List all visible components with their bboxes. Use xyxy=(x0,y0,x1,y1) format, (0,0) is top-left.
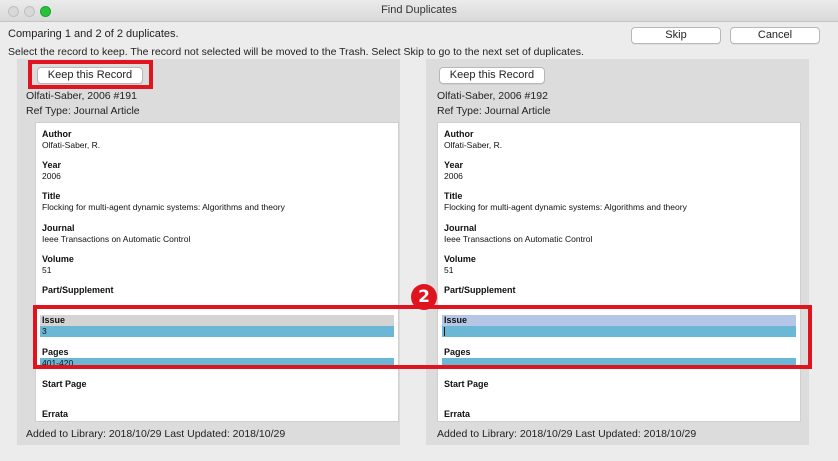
comparing-status: Comparing 1 and 2 of 2 duplicates. xyxy=(8,28,179,40)
field-label: Start Page xyxy=(444,379,489,389)
field-part-supplement[interactable]: Part/Supplement xyxy=(442,285,796,296)
annotation-highlight-keep-button xyxy=(28,60,153,89)
annotation-highlight-issue-pages xyxy=(33,305,812,369)
field-label: Part/Supplement xyxy=(42,285,114,295)
field-label: Year xyxy=(42,160,62,170)
field-label: Author xyxy=(444,129,474,139)
field-start-page[interactable]: Start Page xyxy=(40,379,394,390)
instructions-text: Select the record to keep. The record no… xyxy=(8,46,584,58)
window-title: Find Duplicates xyxy=(381,4,457,16)
field-value: Flocking for multi-agent dynamic systems… xyxy=(42,202,285,212)
record-panel-left: Keep this Record Olfati-Saber, 2006 #191… xyxy=(17,59,400,445)
record-dates: Added to Library: 2018/10/29 Last Update… xyxy=(26,428,286,440)
field-volume[interactable]: Volume 51 xyxy=(40,254,394,276)
field-label: Journal xyxy=(444,223,477,233)
field-errata[interactable]: Errata xyxy=(40,409,394,420)
field-label: Start Page xyxy=(42,379,87,389)
skip-button[interactable]: Skip xyxy=(631,27,721,44)
field-value: Olfati-Saber, R. xyxy=(42,140,101,150)
field-year[interactable]: Year 2006 xyxy=(40,160,394,182)
field-label: Volume xyxy=(42,254,74,264)
field-journal[interactable]: Journal Ieee Transactions on Automatic C… xyxy=(40,223,394,245)
field-author[interactable]: Author Olfati-Saber, R. xyxy=(442,129,796,151)
field-label: Volume xyxy=(444,254,476,264)
field-start-page[interactable]: Start Page xyxy=(442,379,796,390)
field-value: 2006 xyxy=(444,171,463,181)
title-bar: Find Duplicates xyxy=(0,0,838,22)
cancel-button[interactable]: Cancel xyxy=(730,27,820,44)
field-label: Journal xyxy=(42,223,75,233)
field-value: Olfati-Saber, R. xyxy=(444,140,503,150)
field-label: Errata xyxy=(444,409,471,419)
record-fields-list[interactable]: Author Olfati-Saber, R. Year 2006 Title … xyxy=(437,122,801,422)
record-ref-type: Ref Type: Journal Article xyxy=(437,105,551,117)
field-value: Ieee Transactions on Automatic Control xyxy=(444,234,593,244)
field-label: Errata xyxy=(42,409,69,419)
record-name: Olfati-Saber, 2006 #191 xyxy=(26,90,137,102)
field-errata[interactable]: Errata xyxy=(442,409,796,420)
field-author[interactable]: Author Olfati-Saber, R. xyxy=(40,129,394,151)
field-part-supplement[interactable]: Part/Supplement xyxy=(40,285,394,296)
field-label: Part/Supplement xyxy=(444,285,516,295)
field-year[interactable]: Year 2006 xyxy=(442,160,796,182)
record-fields-list[interactable]: Author Olfati-Saber, R. Year 2006 Title … xyxy=(35,122,399,422)
field-value: 51 xyxy=(444,265,454,275)
record-ref-type: Ref Type: Journal Article xyxy=(26,105,140,117)
keep-record-button-right[interactable]: Keep this Record xyxy=(439,67,545,84)
record-panel-right: Keep this Record Olfati-Saber, 2006 #192… xyxy=(426,59,809,445)
field-volume[interactable]: Volume 51 xyxy=(442,254,796,276)
field-title[interactable]: Title Flocking for multi-agent dynamic s… xyxy=(442,191,796,213)
field-label: Title xyxy=(42,191,61,201)
record-dates: Added to Library: 2018/10/29 Last Update… xyxy=(437,428,697,440)
field-value: 2006 xyxy=(42,171,61,181)
field-value: Flocking for multi-agent dynamic systems… xyxy=(444,202,687,212)
field-title[interactable]: Title Flocking for multi-agent dynamic s… xyxy=(40,191,394,213)
field-journal[interactable]: Journal Ieee Transactions on Automatic C… xyxy=(442,223,796,245)
annotation-step-badge: 2 xyxy=(411,284,437,310)
field-label: Author xyxy=(42,129,72,139)
field-label: Title xyxy=(444,191,463,201)
field-value: 51 xyxy=(42,265,52,275)
field-value: Ieee Transactions on Automatic Control xyxy=(42,234,191,244)
field-label: Year xyxy=(444,160,464,170)
record-name: Olfati-Saber, 2006 #192 xyxy=(437,90,548,102)
